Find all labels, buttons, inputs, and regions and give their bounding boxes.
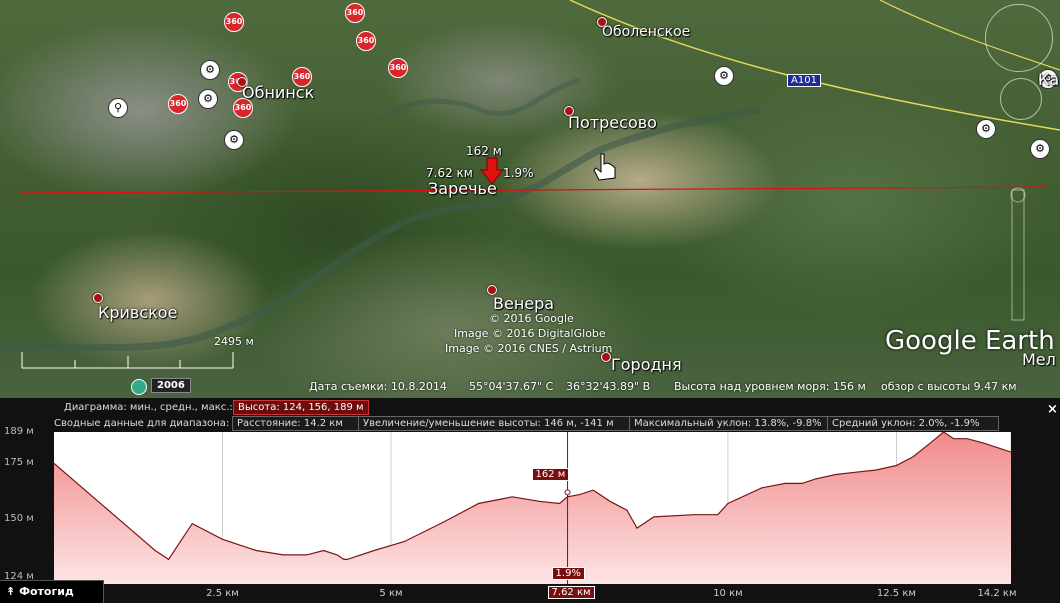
distance-box: Расстояние: 14.2 км (232, 416, 360, 431)
scale-bar-label: 2495 м (214, 335, 254, 348)
photo-360-badge[interactable]: 360 (345, 3, 365, 23)
place-label-zarechye[interactable]: Заречье (428, 179, 497, 198)
cursor-distance-label: 7.62 км (547, 586, 595, 599)
close-profile-button[interactable]: × (1047, 402, 1058, 417)
cycling-icon[interactable]: ⚙ (714, 66, 734, 86)
double-chevron-up-icon: ↟ (6, 585, 16, 598)
place-label-krivskoe[interactable]: Кривское (98, 303, 177, 322)
y-tick-label: 189 м (4, 426, 34, 437)
google-earth-logo: Google Earth (885, 326, 1055, 356)
x-tick-label: 2.5 км (206, 588, 239, 599)
fotogid-button[interactable]: ↟ Фотогид (0, 580, 104, 603)
marker-slope-label: 1.9% (503, 166, 534, 180)
place-label-ka[interactable]: Ка (1038, 70, 1059, 89)
fotogid-label: Фотогид (19, 585, 74, 598)
hiking-icon[interactable]: ⚲ (108, 98, 128, 118)
cursor-slope-label: 1.9% (551, 567, 585, 580)
imagery-date: Дата съемки: 10.8.2014 (309, 380, 447, 393)
elevation-readout: Высота над уровнем моря: 156 м (674, 380, 866, 393)
hand-cursor-icon (593, 153, 616, 181)
place-label-gorodnya[interactable]: Городня (611, 355, 682, 374)
x-tick-label: 5 км (379, 588, 403, 599)
satellite-map[interactable]: 360 360 360 360 360 360 360 360 ⚲ ⚙ ⚙ ⚙ … (0, 0, 1060, 398)
photo-360-badge[interactable]: 360 (168, 94, 188, 114)
x-tick-label: 12.5 км (876, 588, 916, 599)
zoom-slider (1010, 187, 1026, 321)
cycling-icon[interactable]: ⚙ (224, 130, 244, 150)
credit-digitalglobe: Image © 2016 DigitalGlobe (454, 327, 606, 340)
place-label-obolenskoe[interactable]: Оболенское (602, 24, 690, 40)
navigation-compass[interactable] (985, 4, 1053, 72)
latitude-readout: 55°04'37.67" С (469, 380, 554, 393)
elevation-chart-svg (53, 431, 1012, 584)
cycling-icon[interactable]: ⚙ (200, 60, 220, 80)
gain-loss-box: Увеличение/уменьшение высоты: 146 м, -14… (358, 416, 631, 431)
cycling-icon[interactable]: ⚙ (976, 119, 996, 139)
marker-distance-label: 7.62 км (426, 166, 473, 180)
range-label: Сводные данные для диапазона: (54, 418, 230, 429)
eye-altitude-readout: обзор с высоты 9.47 км (881, 380, 1017, 393)
river-2 (378, 77, 581, 122)
road-badge-a101: A101 (787, 74, 821, 87)
y-tick-label: 150 м (4, 513, 34, 525)
credit-google: © 2016 Google (489, 312, 574, 325)
status-bar: Дата съемки: 10.8.2014 55°04'37.67" С 36… (0, 378, 1060, 396)
place-dot (93, 293, 103, 303)
cycling-icon[interactable]: ⚙ (198, 89, 218, 109)
photo-360-badge[interactable]: 360 (224, 12, 244, 32)
height-summary-box: Высота: 124, 156, 189 м (233, 400, 369, 415)
photo-360-badge[interactable]: 360 (356, 31, 376, 51)
cursor-point (564, 489, 571, 496)
elevation-area (54, 432, 1011, 584)
credit-cnes: Image © 2016 CNES / Astrium (445, 342, 613, 355)
highway-line (569, 0, 1060, 131)
y-tick-label: 175 м (4, 457, 34, 469)
x-tick-label: 10 км (713, 588, 743, 599)
marker-elevation-label: 162 м (466, 144, 502, 158)
elevation-chart[interactable] (53, 431, 1012, 584)
place-label-obninsk[interactable]: Обнинск (242, 83, 314, 102)
scale-bar (21, 352, 234, 369)
chart-label: Диаграмма: мин., средн., макс.: (64, 402, 233, 413)
photo-360-badge[interactable]: 360 (388, 58, 408, 78)
place-label-potresovo[interactable]: Потресово (568, 113, 657, 132)
longitude-readout: 36°32'43.89" В (566, 380, 651, 393)
cursor-elevation-label: 162 м (531, 468, 570, 482)
max-slope-box: Максимальный уклон: 13.8%, -9.8% (629, 416, 829, 431)
avg-slope-box: Средний уклон: 2.0%, -1.9% (827, 416, 999, 431)
place-label-venera[interactable]: Венера (493, 294, 554, 313)
x-tick-label: 14.2 км (977, 588, 1017, 599)
cycling-icon[interactable]: ⚙ (1030, 139, 1050, 159)
look-joystick[interactable] (1000, 78, 1042, 120)
